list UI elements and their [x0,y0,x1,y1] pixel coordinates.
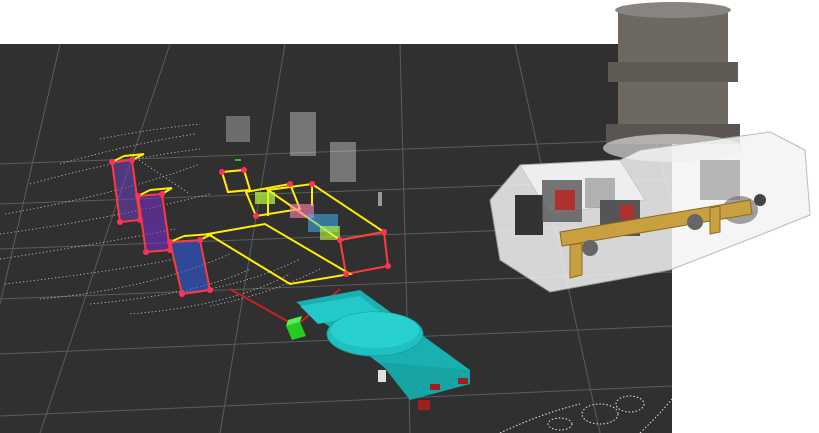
detection-bbox-left-1 [109,153,145,225]
bbox-corner-markers [219,167,391,277]
detection-bbox-center [205,168,390,286]
lidar-points-bottom-right [499,395,672,433]
rviz-3d-scene [0,0,819,433]
robot-cad-model [489,2,811,293]
robot-footprint [296,290,470,410]
detection-bbox-left-3 [167,233,213,297]
turret-drum [603,2,743,162]
colored-object-points [235,159,340,240]
